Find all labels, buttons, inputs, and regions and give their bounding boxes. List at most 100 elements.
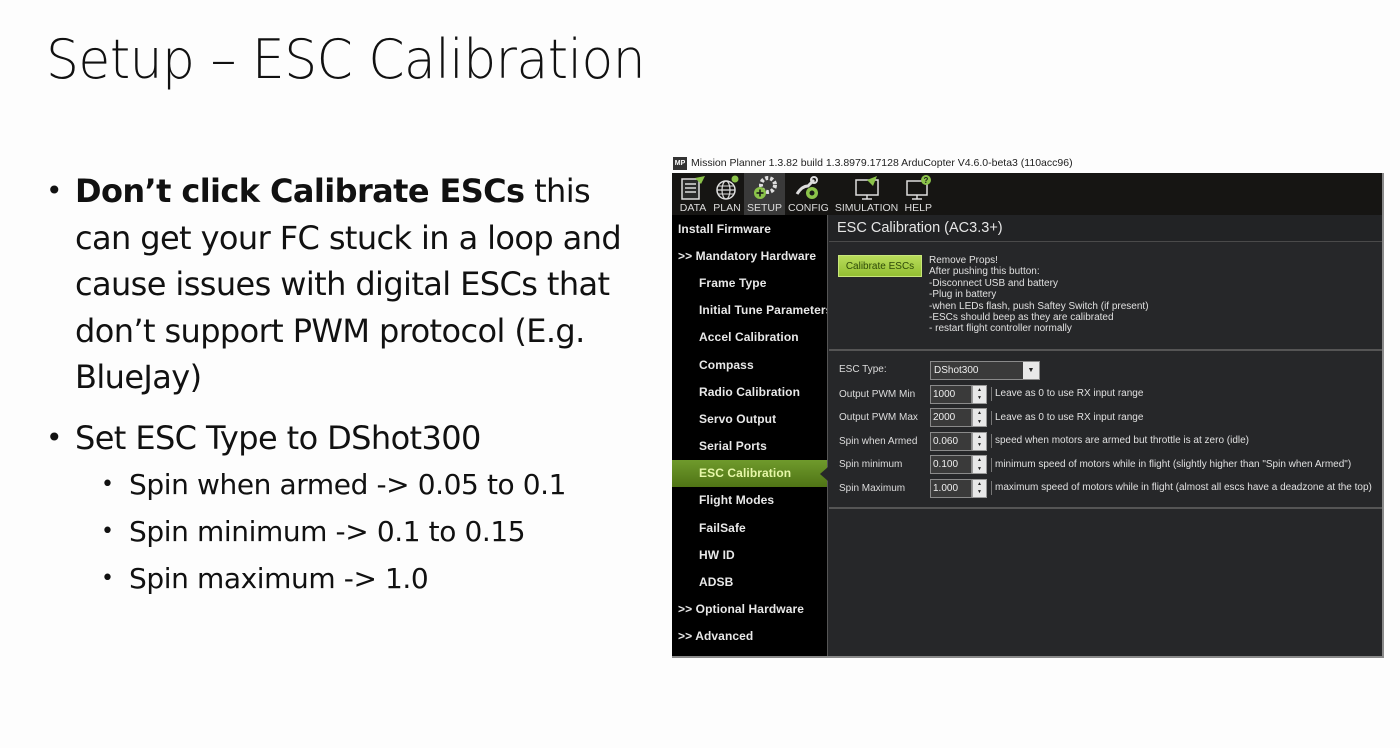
stepper-buttons[interactable]: ▲ ▼: [972, 478, 987, 498]
stepper-down-icon[interactable]: ▼: [977, 489, 982, 495]
tab-help[interactable]: ? HELP: [901, 173, 935, 215]
sidebar-item-radio-calibration[interactable]: Radio Calibration: [672, 378, 827, 405]
sidebar-item-serial-ports[interactable]: Serial Ports: [672, 433, 827, 460]
tab-label: SIMULATION: [834, 202, 899, 214]
bullet-text: Set ESC Type to DShot300: [75, 418, 481, 457]
sidebar-item-mandatory-hardware[interactable]: >> Mandatory Hardware: [672, 242, 827, 269]
output-pwm-max-input[interactable]: [930, 408, 972, 427]
tab-label: DATA: [679, 202, 707, 214]
chevron-down-icon[interactable]: ▼: [1023, 361, 1039, 379]
bullet-dot: •: [46, 174, 63, 207]
stepper-down-icon[interactable]: ▼: [977, 419, 982, 425]
bullet-dot: •: [101, 472, 114, 497]
tab-data[interactable]: DATA: [676, 173, 710, 215]
subbullet-text: Spin maximum -> 1.0: [129, 562, 429, 595]
instruction-line: Remove Props!: [929, 255, 998, 266]
tab-config[interactable]: CONFIG: [785, 173, 832, 215]
stepper-up-icon[interactable]: ▲: [977, 387, 982, 393]
setup-gear-icon: [753, 176, 777, 199]
spin-minimum-stepper[interactable]: ▲▼: [930, 455, 987, 474]
field-label: Output PWM Min: [839, 388, 916, 400]
esc-type-value: DShot300: [934, 364, 979, 376]
instruction-line: -Disconnect USB and battery: [929, 277, 1058, 289]
sidebar-item-frame-type[interactable]: Frame Type: [672, 269, 827, 296]
field-help: speed when motors are armed but throttle…: [991, 434, 1249, 448]
field-help: Leave as 0 to use RX input range: [991, 410, 1143, 425]
spin-when-armed-stepper[interactable]: ▲▼: [930, 431, 987, 451]
instruction-line: After pushing this button:: [929, 266, 1040, 278]
slide-bullets: • Don’t click Calibrate ESCs this can ge…: [46, 168, 626, 602]
stepper-up-icon[interactable]: ▲: [977, 481, 982, 487]
tab-label: SETUP: [747, 202, 783, 214]
sidebar-item-advanced[interactable]: >> Advanced: [672, 623, 827, 650]
plan-globe-icon: [716, 175, 739, 200]
field-help: maximum speed of motors while in flight …: [991, 481, 1372, 495]
sidebar-item-accel-calibration[interactable]: Accel Calibration: [672, 324, 827, 351]
tab-label: HELP: [904, 202, 932, 214]
bullet-bold-text: Don’t click Calibrate ESCs: [75, 172, 525, 210]
stepper-buttons[interactable]: ▲ ▼: [972, 408, 987, 427]
field-row: Spin minimum ▲▼ minimum speed of motors …: [829, 454, 1382, 476]
setup-sidebar: Install Firmware >> Mandatory Hardware Fra…: [672, 215, 828, 656]
subbullet-spin-min: • Spin minimum -> 0.1 to 0.15: [101, 508, 626, 555]
sidebar-item-optional-hardware[interactable]: >> Optional Hardware: [672, 596, 827, 623]
panel-header: ESC Calibration (AC3.3+): [829, 215, 1382, 242]
instruction-line: -ESCs should beep as they are calibrated: [929, 312, 1114, 324]
sidebar-item-initial-tune-parameters[interactable]: Initial Tune Parameters: [672, 297, 827, 324]
field-row: Output PWM Min ▲▼ Leave as 0 to use RX i…: [829, 383, 1382, 405]
help-monitor-icon: ?: [906, 175, 932, 200]
output-pwm-min-stepper[interactable]: ▲▼: [930, 384, 987, 404]
tab-simulation[interactable]: SIMULATION: [832, 173, 901, 215]
bullet-dot: •: [101, 566, 114, 591]
stepper-down-icon[interactable]: ▼: [977, 442, 982, 448]
instruction-line: - restart flight controller normally: [929, 323, 1072, 335]
stepper-down-icon[interactable]: ▼: [977, 466, 982, 472]
calibration-section: Calibrate ESCs Remove Props! After pushi…: [829, 243, 1382, 351]
mission-planner-window: DATA PLAN SETUP CONFIG SIMULATION ? HELP…: [672, 173, 1384, 658]
calibrate-escs-button[interactable]: Calibrate ESCs: [838, 255, 922, 277]
stepper-buttons[interactable]: ▲ ▼: [972, 455, 987, 474]
instruction-line: -Plug in battery: [929, 289, 997, 301]
field-row: Spin when Armed ▲▼ speed when motors are…: [829, 430, 1382, 452]
subbullet-spin-armed: • Spin when armed -> 0.05 to 0.1: [101, 461, 626, 508]
sidebar-item-install-firmware[interactable]: Install Firmware: [672, 215, 827, 242]
sidebar-item-adsb[interactable]: ADSB: [672, 568, 827, 595]
stepper-up-icon[interactable]: ▲: [977, 410, 982, 416]
svg-text:?: ?: [924, 176, 929, 185]
data-icon: [681, 176, 705, 200]
sidebar-item-failsafe[interactable]: FailSafe: [672, 514, 827, 541]
subbullet-text: Spin when armed -> 0.05 to 0.1: [129, 468, 567, 501]
bullet-dot: •: [101, 519, 114, 544]
stepper-up-icon[interactable]: ▲: [977, 457, 982, 463]
stepper-up-icon[interactable]: ▲: [977, 434, 982, 440]
subbullet-text: Spin minimum -> 0.1 to 0.15: [129, 515, 526, 548]
spin-maximum-input[interactable]: [930, 478, 972, 498]
tab-setup[interactable]: SETUP: [744, 173, 786, 215]
window-title: Mission Planner 1.3.82 build 1.3.8979.17…: [691, 157, 1073, 169]
stepper-buttons[interactable]: ▲ ▼: [972, 384, 987, 404]
spin-minimum-input[interactable]: [930, 455, 972, 474]
output-pwm-max-stepper[interactable]: ▲▼: [930, 408, 987, 427]
sidebar-item-hw-id[interactable]: HW ID: [672, 541, 827, 568]
spin-when-armed-input[interactable]: [930, 431, 972, 451]
field-help: Leave as 0 to use RX input range: [991, 387, 1143, 401]
stepper-buttons[interactable]: ▲ ▼: [972, 431, 987, 451]
esc-calibration-panel: ESC Calibration (AC3.3+) Calibrate ESCs …: [829, 215, 1382, 656]
esc-type-label: ESC Type:: [839, 364, 887, 375]
sidebar-item-esc-calibration[interactable]: ESC Calibration: [672, 459, 828, 487]
sidebar-item-compass[interactable]: Compass: [672, 351, 827, 378]
sidebar-item-flight-modes[interactable]: Flight Modes: [672, 487, 827, 514]
calibration-instructions: Remove Props! After pushing this button:…: [929, 255, 1149, 335]
field-label: Output PWM Max: [839, 412, 918, 423]
esc-type-select[interactable]: DShot300 ▼: [930, 360, 1040, 380]
bullet-dont-calibrate: • Don’t click Calibrate ESCs this can ge…: [46, 168, 626, 401]
tab-plan[interactable]: PLAN: [710, 173, 744, 215]
sidebar-item-servo-output[interactable]: Servo Output: [672, 405, 827, 432]
tab-label: CONFIG: [788, 202, 829, 214]
mission-planner-logo-icon: MP: [673, 156, 687, 170]
field-row: Spin Maximum ▲▼ maximum speed of motors …: [829, 477, 1382, 499]
stepper-down-icon[interactable]: ▼: [977, 395, 982, 401]
tab-label: PLAN: [713, 202, 741, 214]
output-pwm-min-input[interactable]: [930, 384, 972, 404]
spin-maximum-stepper[interactable]: ▲▼: [930, 478, 987, 498]
